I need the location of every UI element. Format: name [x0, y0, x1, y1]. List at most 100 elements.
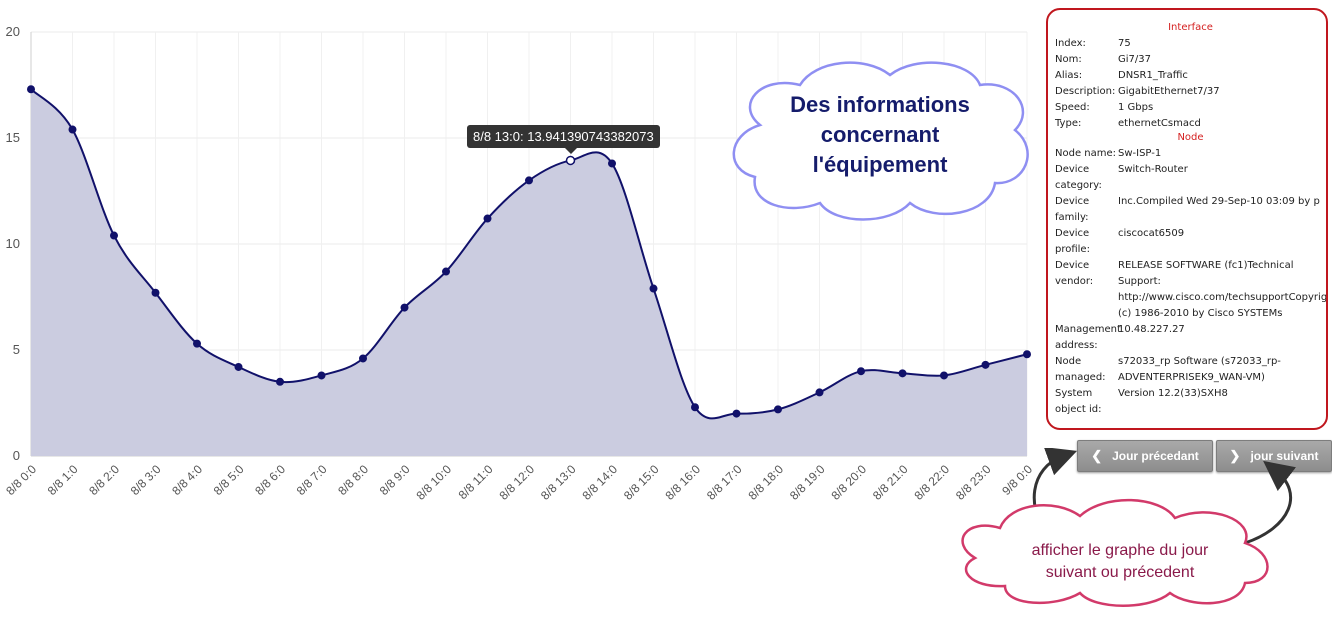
x-tick-label: 8/8 16:0 [662, 462, 703, 503]
node-field-key: Device profile: [1055, 228, 1090, 255]
interface-field-value: DNSR1_Traffic [1118, 70, 1188, 81]
interface-section-title: Interface [1168, 22, 1213, 33]
x-tick-label: 8/8 0:0 [3, 462, 39, 498]
node-field-value: Switch-Router [1118, 164, 1188, 175]
x-tick-label: 8/8 4:0 [169, 462, 205, 498]
x-tick-label: 8/8 15:0 [621, 462, 662, 503]
data-point [815, 388, 824, 397]
data-point [317, 371, 326, 380]
data-point [151, 288, 160, 297]
nav-callout-text: afficher le graphe du jour suivant ou pr… [1031, 542, 1209, 581]
node-field-row: Node managed: s72033_rp Software (s72033_… [1055, 354, 1326, 386]
node-section-title: Node [1177, 132, 1204, 143]
data-point [732, 409, 741, 418]
node-field-key: System object id: [1055, 388, 1102, 415]
node-field-row: Node name: Sw-ISP-1 [1055, 146, 1326, 162]
data-point [940, 371, 948, 380]
interface-field-value: GigabitEthernet7/37 [1118, 86, 1220, 97]
interface-rows: Index: 75 Nom: Gi7/37 Alias: DNSR1_Traffic Des… [1055, 36, 1326, 132]
data-point [608, 159, 616, 168]
x-tick-label: 8/8 5:0 [211, 462, 247, 498]
data-point [857, 367, 865, 376]
interface-field-row: Description: GigabitEthernet7/37 [1055, 84, 1326, 100]
x-tick-label: 8/8 1:0 [45, 462, 81, 498]
data-point [691, 403, 699, 412]
x-tick-label: 8/8 8:0 [335, 462, 371, 498]
data-point [276, 377, 284, 386]
y-tick-label: 0 [13, 448, 20, 463]
chart-tooltip: 8/8 13:0: 13.941390743382073 [467, 125, 660, 154]
node-field-key: Management address: [1055, 324, 1121, 351]
x-tick-label: 8/8 19:0 [787, 462, 828, 503]
node-field-value: Sw-ISP-1 [1118, 148, 1162, 159]
interface-field-value: Gi7/37 [1118, 54, 1151, 65]
interface-field-row: Type: ethernetCsmacd [1055, 116, 1326, 132]
interface-field-value: ethernetCsmacd [1118, 118, 1201, 129]
data-point [193, 339, 201, 348]
x-tick-label: 8/8 14:0 [579, 462, 620, 503]
node-field-value: Inc.Compiled Wed 29-Sep-10 03:09 by p [1118, 196, 1320, 207]
interface-field-key: Index: [1055, 38, 1086, 49]
interface-field-value: 75 [1118, 38, 1131, 49]
interface-field-key: Speed: [1055, 102, 1090, 113]
node-field-value: RELEASE SOFTWARE (fc1)Technical Support:… [1118, 260, 1328, 319]
node-field-key: Device family: [1055, 196, 1090, 223]
x-tick-label: 8/8 9:0 [377, 462, 413, 498]
arrow-to-next [1244, 460, 1297, 545]
node-field-key: Device category: [1055, 164, 1102, 191]
data-point [483, 214, 492, 223]
node-field-row: System object id: Version 12.2(33)SXH8 [1055, 386, 1326, 418]
interface-field-key: Description: [1055, 86, 1116, 97]
data-point [981, 360, 990, 369]
node-field-row: Device profile: ciscocat6509 [1055, 226, 1326, 258]
data-point [1023, 350, 1031, 359]
data-point [442, 267, 450, 276]
data-point [898, 369, 907, 378]
node-rows: Node name: Sw-ISP-1 Device category: Switch… [1055, 146, 1326, 418]
interface-field-key: Alias: [1055, 70, 1083, 81]
y-tick-label: 5 [13, 342, 20, 357]
data-point [110, 231, 118, 240]
x-tick-label: 8/8 20:0 [828, 462, 869, 503]
x-tick-label: 8/8 21:0 [870, 462, 911, 503]
node-field-row: Management address: 10.48.227.27 [1055, 322, 1326, 354]
node-field-row: Device family: Inc.Compiled Wed 29-Sep-10… [1055, 194, 1326, 226]
node-field-value: 10.48.227.27 [1118, 324, 1185, 335]
x-tick-label: 8/8 10:0 [413, 462, 454, 503]
node-field-key: Node name: [1055, 148, 1117, 159]
node-field-key: Node managed: [1055, 356, 1106, 383]
node-field-value: Version 12.2(33)SXH8 [1118, 388, 1228, 399]
y-tick-label: 20 [6, 24, 20, 39]
interface-field-key: Type: [1055, 118, 1082, 129]
x-tick-label: 8/8 2:0 [86, 462, 122, 498]
info-callout-text: Des informations concernant l'équipement [790, 92, 970, 177]
interface-field-key: Nom: [1055, 54, 1082, 65]
interface-field-row: Speed: 1 Gbps [1055, 100, 1326, 116]
x-tick-label: 8/8 7:0 [294, 462, 330, 498]
data-point [649, 284, 658, 293]
data-point [525, 176, 533, 185]
interface-field-value: 1 Gbps [1118, 102, 1154, 113]
data-point [565, 155, 576, 166]
interface-field-row: Alias: DNSR1_Traffic [1055, 68, 1326, 84]
x-tick-label: 8/8 13:0 [538, 462, 579, 503]
y-tick-label: 15 [6, 130, 20, 145]
interface-field-row: Index: 75 [1055, 36, 1326, 52]
x-tick-label: 8/8 17:0 [704, 462, 745, 503]
node-field-value: ciscocat6509 [1118, 228, 1185, 239]
x-tick-label: 8/8 6:0 [252, 462, 288, 498]
data-point [27, 85, 35, 94]
node-field-row: Device category: Switch-Router [1055, 162, 1326, 194]
interface-field-row: Nom: Gi7/37 [1055, 52, 1326, 68]
node-field-value: s72033_rp Software (s72033_rp- ADVENTERP… [1118, 356, 1281, 383]
x-tick-label: 8/8 11:0 [456, 462, 496, 502]
x-tick-label: 8/8 18:0 [745, 462, 786, 503]
nav-callout-cloud [961, 448, 1297, 607]
x-tick-label: 8/8 12:0 [496, 462, 537, 503]
device-info-panel: Interface Index: 75 Nom: Gi7/37 Alias: DNSR1_… [1046, 8, 1328, 430]
node-field-row: Device vendor: RELEASE SOFTWARE (fc1)Tech… [1055, 258, 1326, 322]
data-point [400, 303, 409, 312]
y-tick-label: 10 [6, 236, 20, 251]
data-point [68, 125, 77, 134]
data-point [359, 354, 367, 363]
